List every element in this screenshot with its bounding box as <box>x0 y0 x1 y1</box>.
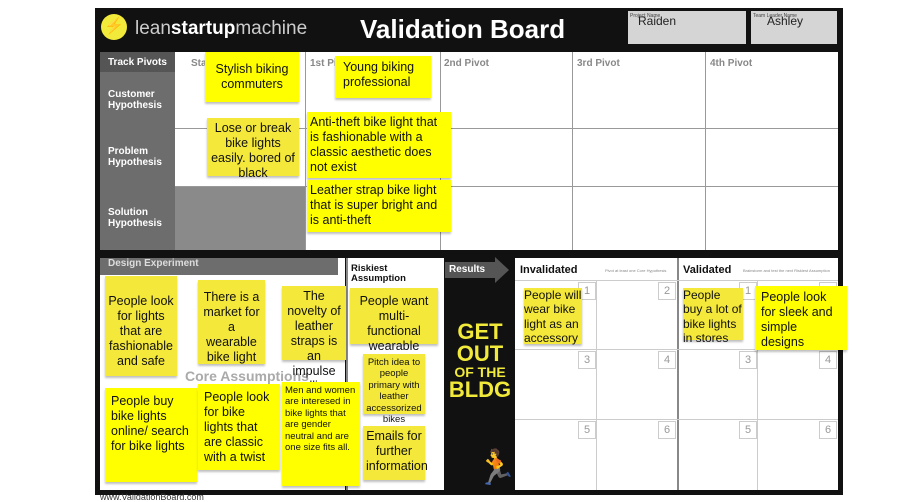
slot-number: 3 <box>739 351 757 369</box>
solution-start-cell <box>175 186 305 250</box>
divider <box>596 280 597 490</box>
sticky-note[interactable]: Anti-theft bike light that is fashionabl… <box>307 112 451 178</box>
page-title: Validation Board <box>360 14 566 44</box>
logo-pre: lean <box>135 18 171 39</box>
project-name-field[interactable]: Project Name Raiden <box>628 11 746 44</box>
sticky-note[interactable]: Lose or break bike lights easily. bored … <box>207 118 299 180</box>
project-name-value: Raiden <box>638 14 677 28</box>
get-out-line: GET <box>457 319 503 344</box>
slot-number: 4 <box>819 351 837 369</box>
slot-number: 4 <box>658 351 676 369</box>
slot-number: 2 <box>658 282 676 300</box>
divider <box>677 258 679 490</box>
slot-number: 6 <box>819 421 837 439</box>
column-3rd-pivot: 3rd Pivot <box>577 58 620 69</box>
divider <box>572 52 573 250</box>
divider <box>305 52 306 250</box>
validated-hint: Brainstorm and test the next Riskiest As… <box>743 268 830 273</box>
slot-number: 6 <box>658 421 676 439</box>
problem-hypothesis-label: Problem Hypothesis <box>100 128 175 186</box>
sticky-note[interactable]: People buy a lot of bike lights in store… <box>683 288 743 345</box>
sticky-note[interactable]: Leather strap bike light that is super b… <box>307 180 451 232</box>
arrow-right-icon <box>495 257 509 283</box>
sticky-note[interactable]: People buy bike lights online/ search fo… <box>105 388 197 482</box>
logo-text: leanstartupmachine <box>135 18 307 40</box>
sticky-note[interactable]: There is a market for a wearable bike li… <box>198 280 265 364</box>
design-experiment-title: Design Experiment <box>100 258 338 275</box>
sticky-note[interactable]: The novelty of leather straps is an impu… <box>282 286 346 408</box>
customer-hypothesis-label: Customer Hypothesis <box>100 72 175 128</box>
get-out-line: BLDG <box>448 377 512 402</box>
team-leader-field[interactable]: Team Leader Name Ashley <box>751 11 837 44</box>
sticky-note[interactable]: People look for sleek and simple designs <box>755 286 847 350</box>
column-4th-pivot: 4th Pivot <box>710 58 753 69</box>
get-out-line: OUT <box>456 341 504 366</box>
team-leader-value: Ashley <box>767 14 804 28</box>
sticky-note[interactable]: Emails for further information <box>363 426 428 480</box>
running-man-icon: 🏃 <box>475 449 518 487</box>
results-label: Results <box>445 262 495 278</box>
divider <box>515 280 838 281</box>
divider <box>515 419 838 420</box>
sticky-note[interactable]: Young biking professional <box>335 56 431 98</box>
sticky-note[interactable]: People look for lights that are fashiona… <box>105 276 177 376</box>
sticky-note[interactable]: Men and women are interesed in bike ligh… <box>282 382 360 486</box>
riskiest-assumption-title: Riskiest Assumption <box>351 263 406 285</box>
sticky-note[interactable]: People want multi-functional wearable li… <box>350 288 438 368</box>
invalidated-title: Invalidated <box>520 264 578 276</box>
column-2nd-pivot: 2nd Pivot <box>444 58 490 69</box>
logo-bold: startup <box>170 18 236 39</box>
logo-post: machine <box>235 18 308 39</box>
validation-board: ⚡ leanstartupmachine Validation Board Pr… <box>95 8 847 495</box>
sticky-note[interactable]: Stylish biking commuters <box>205 52 299 102</box>
sticky-note[interactable]: Pitch idea to people primary with leathe… <box>363 354 425 425</box>
sticky-note[interactable]: People will wear bike light as an access… <box>524 288 582 345</box>
footer-url[interactable]: www.ValidationBoard.com <box>100 492 204 502</box>
slot-number: 5 <box>739 421 757 439</box>
divider <box>705 52 706 250</box>
lightning-logo-icon: ⚡ <box>101 14 127 40</box>
slot-number: 5 <box>578 421 596 439</box>
validated-title: Validated <box>683 264 732 276</box>
get-out-of-the-building: GET OUT OF THE BLDG <box>445 321 515 401</box>
track-pivots-label: Track Pivots <box>100 52 175 72</box>
solution-hypothesis-label: Solution Hypothesis <box>100 186 175 250</box>
invalidated-hint: Pivot at least one Core Hypothesis <box>605 268 667 273</box>
slot-number: 3 <box>578 351 596 369</box>
divider <box>175 186 838 187</box>
sticky-note[interactable]: People look for bike lights that are cla… <box>198 384 280 470</box>
